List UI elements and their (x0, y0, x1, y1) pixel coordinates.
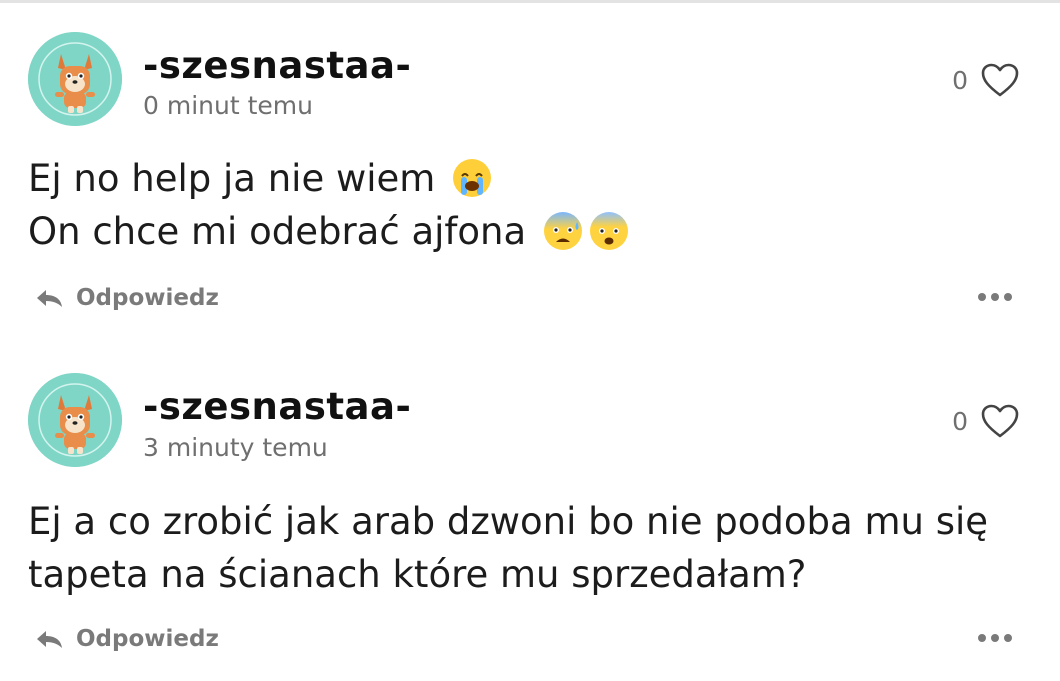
like-count: 0 (952, 65, 968, 95)
comment-line-text: On chce mi odebrać ajfona (28, 210, 527, 253)
username[interactable]: -szesnastaa- (143, 385, 411, 428)
more-dot-icon (1004, 634, 1012, 642)
reply-label: Odpowiedz (76, 626, 219, 652)
more-options-button[interactable] (978, 634, 1012, 642)
anxious-face-with-sweat-emoji (542, 210, 584, 252)
reply-button[interactable]: Odpowiedz (34, 285, 219, 311)
loudly-crying-face-emoji (451, 157, 493, 199)
reply-label: Odpowiedz (76, 285, 219, 311)
fearful-face-emoji (588, 210, 630, 252)
more-dot-icon (991, 634, 999, 642)
top-divider (0, 0, 1060, 3)
comment-body: Ej no help ja nie wiem On chce mi odebra… (28, 152, 1028, 258)
avatar[interactable] (28, 32, 122, 126)
comment-line-text: tapeta na ścianach które mu sprzedałam? (28, 553, 807, 596)
more-dot-icon (978, 634, 986, 642)
like-control[interactable]: 0 (952, 401, 1020, 441)
comment-line: Ej no help ja nie wiem (28, 152, 1028, 205)
dog-avatar-icon (28, 373, 122, 467)
comment-line-text: Ej a co zrobić jak arab dzwoni bo nie po… (28, 500, 989, 543)
reply-arrow-icon (34, 286, 64, 310)
dog-avatar-icon (28, 32, 122, 126)
comment-line-text: Ej no help ja nie wiem (28, 157, 436, 200)
reply-arrow-icon (34, 627, 64, 651)
like-count: 0 (952, 406, 968, 436)
more-dot-icon (978, 293, 986, 301)
like-control[interactable]: 0 (952, 60, 1020, 100)
timestamp: 0 minut temu (143, 91, 313, 120)
more-dot-icon (1004, 293, 1012, 301)
heart-icon[interactable] (980, 62, 1020, 98)
timestamp: 3 minuty temu (143, 433, 328, 462)
comment-line: On chce mi odebrać ajfona (28, 205, 1028, 258)
reply-button[interactable]: Odpowiedz (34, 626, 219, 652)
avatar[interactable] (28, 373, 122, 467)
heart-icon[interactable] (980, 403, 1020, 439)
more-dot-icon (991, 293, 999, 301)
username[interactable]: -szesnastaa- (143, 44, 411, 87)
more-options-button[interactable] (978, 293, 1012, 301)
comment-body: Ej a co zrobić jak arab dzwoni bo nie po… (28, 495, 1028, 601)
